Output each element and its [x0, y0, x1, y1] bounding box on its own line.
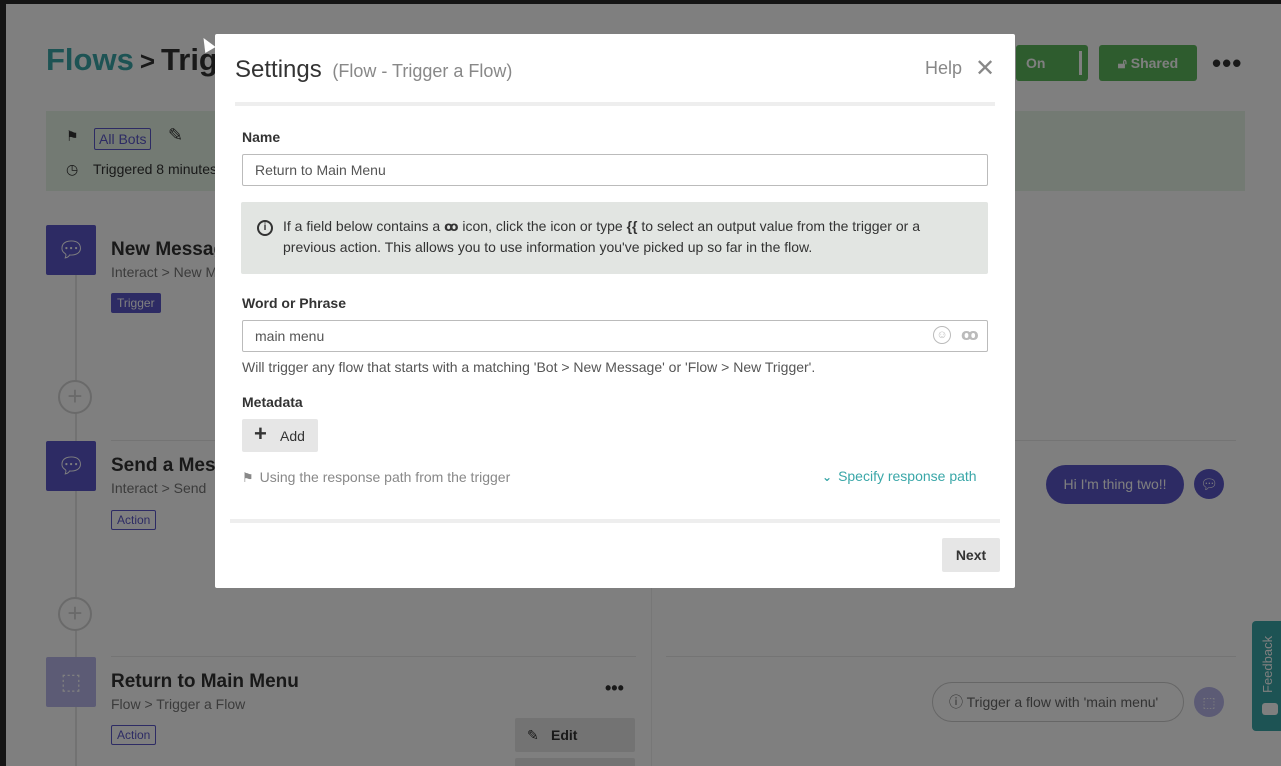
modal-subtitle: (Flow - Trigger a Flow) [332, 61, 513, 81]
next-button[interactable]: Next [942, 538, 1000, 572]
add-metadata-button[interactable]: + Add [242, 419, 318, 452]
name-input[interactable] [242, 154, 988, 186]
specify-label: Specify response path [838, 468, 977, 484]
phrase-help-text: Will trigger any flow that starts with a… [242, 359, 816, 375]
info-text-part: If a field below contains a [283, 218, 441, 234]
add-label: Add [280, 427, 305, 444]
metadata-label: Metadata [242, 394, 303, 410]
info-text: If a field below contains a ꝏ icon, clic… [283, 216, 973, 257]
info-box: i If a field below contains a ꝏ icon, cl… [241, 202, 988, 274]
help-link[interactable]: Help [925, 58, 962, 79]
response-path-text: Using the response path from the trigger [259, 469, 511, 485]
flag-icon: ⚑ [242, 470, 254, 485]
emoji-icon[interactable]: ☺ [933, 326, 951, 344]
footer-divider [230, 519, 1000, 523]
modal-title-text: Settings [235, 56, 322, 83]
specify-response-path-link[interactable]: ⌄ Specify response path [822, 468, 977, 484]
modal-title: Settings (Flow - Trigger a Flow) [235, 56, 512, 84]
variable-icon[interactable]: ꝏ [961, 325, 979, 345]
phrase-field: ☺ ꝏ [242, 320, 988, 352]
phrase-input[interactable] [243, 321, 923, 351]
name-label: Name [242, 129, 281, 145]
info-icon: i [257, 220, 273, 236]
chevron-down-icon: ⌄ [822, 470, 833, 484]
info-token: {{ [626, 218, 638, 234]
settings-modal: Settings (Flow - Trigger a Flow) Help ✕ … [215, 34, 1015, 588]
response-path-info: ⚑ Using the response path from the trigge… [242, 469, 510, 486]
phrase-label: Word or Phrase [242, 295, 346, 311]
variable-icon: ꝏ [444, 219, 459, 234]
info-text-part: icon, click the icon or type [462, 218, 623, 234]
close-icon[interactable]: ✕ [975, 54, 995, 83]
header-divider [235, 102, 995, 106]
plus-icon: + [254, 421, 267, 446]
